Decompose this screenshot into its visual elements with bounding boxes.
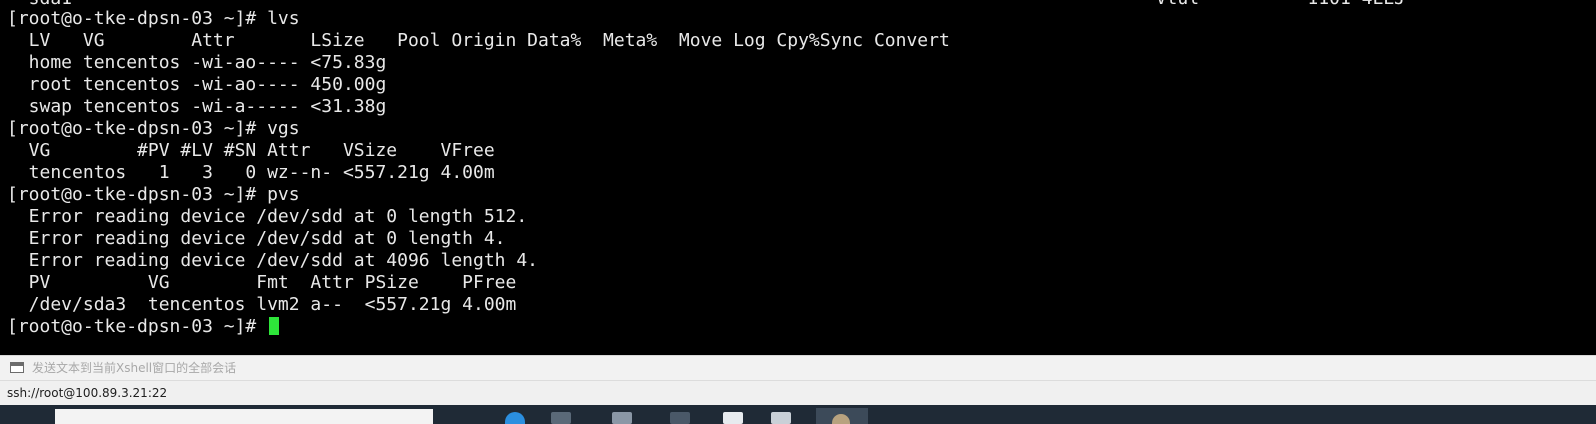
terminal-line: swap tencentos -wi-a----- <31.38g xyxy=(7,96,387,117)
terminal-line: VG #PV #LV #SN Attr VSize VFree xyxy=(7,140,495,161)
terminal-line: /dev/sda3 tencentos lvm2 a-- <557.21g 4.… xyxy=(7,294,517,315)
browser-icon[interactable] xyxy=(505,412,525,424)
terminal-line: root tencentos -wi-ao---- 450.00g xyxy=(7,74,387,95)
terminal-line: Error reading device /dev/sdd at 4096 le… xyxy=(7,250,539,271)
compose-icon[interactable] xyxy=(10,362,24,373)
taskbar-app-icon[interactable] xyxy=(771,412,791,424)
terminal-line: Error reading device /dev/sdd at 0 lengt… xyxy=(7,206,528,227)
terminal-line: tencentos 1 3 0 wz--n- <557.21g 4.00m xyxy=(7,162,495,183)
terminal-line: PV VG Fmt Attr PSize PFree xyxy=(7,272,517,293)
status-bar: ssh://root@100.89.3.21:22 xyxy=(0,381,1596,405)
xshell-window: sda1 Vtul 1101 4LLJ [root@o-tke-dpsn-03 … xyxy=(0,0,1596,424)
terminal-cursor xyxy=(269,317,280,335)
compose-input[interactable]: 发送文本到当前Xshell窗口的全部会话 xyxy=(32,356,236,380)
terminal-line: LV VG Attr LSize Pool Origin Data% Meta%… xyxy=(7,30,950,51)
taskbar-search-box[interactable] xyxy=(55,409,433,424)
taskbar-app-icon[interactable] xyxy=(670,412,690,424)
terminal-line: [root@o-tke-dpsn-03 ~]# lvs xyxy=(7,8,300,29)
compose-bar[interactable]: 发送文本到当前Xshell窗口的全部会话 xyxy=(0,355,1596,381)
terminal-prompt: [root@o-tke-dpsn-03 ~]# xyxy=(7,316,268,337)
taskbar xyxy=(0,405,1596,424)
connection-status: ssh://root@100.89.3.21:22 xyxy=(7,386,168,400)
terminal-prompt-line: [root@o-tke-dpsn-03 ~]# xyxy=(7,316,280,338)
terminal-line: [root@o-tke-dpsn-03 ~]# vgs xyxy=(7,118,300,139)
terminal-line: [root@o-tke-dpsn-03 ~]# pvs xyxy=(7,184,300,205)
terminal-line: home tencentos -wi-ao---- <75.83g xyxy=(7,52,387,73)
taskbar-app-icon[interactable] xyxy=(723,412,743,424)
taskbar-app-icon[interactable] xyxy=(551,412,571,424)
taskbar-app-icon[interactable] xyxy=(612,412,632,424)
terminal-output[interactable]: sda1 Vtul 1101 4LLJ [root@o-tke-dpsn-03 … xyxy=(0,0,1596,355)
terminal-line: Error reading device /dev/sdd at 0 lengt… xyxy=(7,228,506,249)
